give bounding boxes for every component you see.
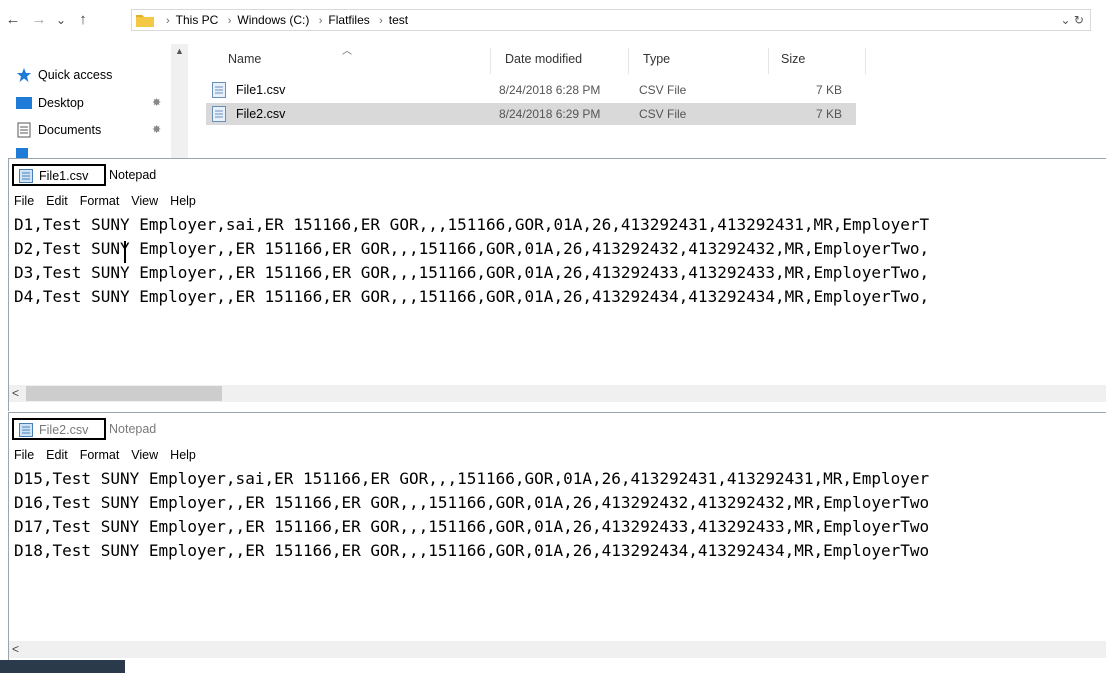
- menu-view[interactable]: View: [131, 448, 158, 462]
- horizontal-scrollbar[interactable]: <: [9, 641, 1106, 658]
- recent-locations-button[interactable]: ⌄: [52, 10, 70, 30]
- column-divider[interactable]: [628, 48, 629, 74]
- up-button[interactable]: ↑: [74, 10, 92, 30]
- notepad-window-file2: File2.csv Notepad File Edit Format View Help…: [8, 412, 1106, 661]
- scroll-left-icon[interactable]: <: [12, 642, 19, 656]
- notepad-icon: [19, 169, 33, 183]
- text-line: D17,Test SUNY Employer,,ER 151166,ER GOR…: [14, 517, 930, 536]
- scroll-thumb[interactable]: [26, 386, 222, 401]
- taskbar-fragment: [0, 660, 125, 673]
- csv-file-icon: [212, 106, 226, 122]
- text-line: D15,Test SUNY Employer,sai,ER 151166,ER …: [14, 469, 930, 488]
- documents-icon: [17, 122, 31, 138]
- menu-bar: File Edit Format View Help: [9, 191, 203, 211]
- pin-icon: ✸: [152, 124, 162, 136]
- column-divider[interactable]: [768, 48, 769, 74]
- column-divider[interactable]: [865, 48, 866, 74]
- window-title-file: File2.csv: [39, 423, 89, 437]
- forward-button[interactable]: →: [30, 10, 48, 30]
- notepad-window-file1: File1.csv Notepad File Edit Format View Help…: [8, 158, 1106, 411]
- text-line: D2,Test SUNY Employer,,ER 151166,ER GOR,…: [14, 239, 930, 258]
- title-bar[interactable]: File2.csv Notepad: [9, 413, 1106, 443]
- breadcrumb-separator: ›: [318, 15, 323, 27]
- nav-item-documents[interactable]: Documents ✸: [17, 120, 161, 140]
- csv-file-icon: [212, 82, 226, 98]
- scroll-left-icon[interactable]: <: [12, 386, 19, 400]
- breadcrumb-separator: ›: [166, 15, 170, 27]
- menu-edit[interactable]: Edit: [46, 194, 68, 208]
- column-divider[interactable]: [490, 48, 491, 74]
- breadcrumb-test[interactable]: test: [389, 13, 408, 27]
- nav-item-label: Desktop: [38, 96, 84, 110]
- title-bar[interactable]: File1.csv Notepad: [9, 159, 1106, 189]
- menu-format[interactable]: Format: [80, 448, 120, 462]
- file-type: CSV File: [639, 107, 687, 121]
- text-line: D4,Test SUNY Employer,,ER 151166,ER GOR,…: [14, 287, 930, 306]
- file-date: 8/24/2018 6:29 PM: [499, 107, 601, 121]
- breadcrumb-this-pc[interactable]: This PC: [176, 13, 219, 27]
- breadcrumb-windows-c[interactable]: Windows (C:): [237, 13, 309, 27]
- menu-help[interactable]: Help: [170, 448, 196, 462]
- title-highlight-box: File2.csv: [12, 418, 106, 440]
- breadcrumb-separator: ›: [379, 15, 383, 27]
- refresh-button[interactable]: ⌄ ↻: [1061, 10, 1084, 30]
- text-area[interactable]: D1,Test SUNY Employer,sai,ER 151166,ER G…: [14, 213, 1104, 383]
- star-icon: [17, 68, 31, 82]
- menu-view[interactable]: View: [131, 194, 158, 208]
- address-bar[interactable]: › This PC › Windows (C:) › Flatfiles › test …: [131, 9, 1091, 31]
- sort-ascending-icon: ︿: [342, 46, 352, 57]
- column-header-date[interactable]: Date modified: [505, 52, 582, 66]
- file-explorer-window: ← → ⌄ ↑ › This PC › Windows (C:) › Flatfile…: [0, 0, 1106, 160]
- nav-item-desktop[interactable]: Desktop ✸: [16, 93, 161, 113]
- nav-item-quick-access[interactable]: Quick access: [17, 65, 113, 85]
- file-name: File2.csv: [236, 107, 286, 121]
- file-size: 7 KB: [816, 107, 843, 121]
- window-title-file: File1.csv: [39, 169, 89, 183]
- text-line: D1,Test SUNY Employer,sai,ER 151166,ER G…: [14, 215, 930, 234]
- nav-item-label: Quick access: [38, 68, 113, 82]
- file-size: 7 KB: [816, 83, 843, 97]
- text-line: D16,Test SUNY Employer,,ER 151166,ER GOR…: [14, 493, 930, 512]
- menu-format[interactable]: Format: [80, 194, 120, 208]
- column-header-type[interactable]: Type: [643, 52, 670, 66]
- file-date: 8/24/2018 6:28 PM: [499, 83, 601, 97]
- nav-item-label: Documents: [38, 123, 102, 137]
- column-header-size[interactable]: Size: [781, 52, 805, 66]
- desktop-icon: [16, 97, 32, 109]
- window-title-app: Notepad: [109, 422, 157, 436]
- file-row-selected[interactable]: File2.csv 8/24/2018 6:29 PM CSV File 7 K…: [206, 103, 856, 125]
- window-title-app: Notepad: [109, 168, 157, 182]
- breadcrumb: › This PC › Windows (C:) › Flatfiles › test: [160, 10, 408, 30]
- pin-icon: ✸: [152, 97, 162, 109]
- file-list: ︿ Name Date modified Type Size File1.csv…: [200, 44, 1106, 160]
- text-line: D3,Test SUNY Employer,,ER 151166,ER GOR,…: [14, 263, 930, 282]
- breadcrumb-flatfiles[interactable]: Flatfiles: [328, 13, 369, 27]
- text-line: D18,Test SUNY Employer,,ER 151166,ER GOR…: [14, 541, 930, 560]
- folder-icon: [136, 15, 154, 27]
- notepad-icon: [19, 423, 33, 437]
- menu-bar: File Edit Format View Help: [9, 445, 203, 465]
- menu-edit[interactable]: Edit: [46, 448, 68, 462]
- file-type: CSV File: [639, 83, 687, 97]
- file-row[interactable]: File1.csv 8/24/2018 6:28 PM CSV File 7 K…: [206, 79, 856, 101]
- menu-help[interactable]: Help: [170, 194, 196, 208]
- text-cursor: [124, 241, 126, 263]
- file-name: File1.csv: [236, 83, 286, 97]
- back-button[interactable]: ←: [4, 10, 22, 30]
- title-highlight-box: File1.csv: [12, 164, 106, 186]
- navigation-pane: Quick access Desktop ✸ Documents ✸: [0, 44, 190, 160]
- breadcrumb-separator: ›: [227, 15, 232, 27]
- column-header-name[interactable]: Name: [228, 52, 261, 66]
- menu-file[interactable]: File: [14, 194, 34, 208]
- text-area[interactable]: D15,Test SUNY Employer,sai,ER 151166,ER …: [14, 467, 1104, 637]
- scroll-up-icon[interactable]: ▲: [175, 46, 184, 56]
- navigation-scrollbar[interactable]: ▲: [171, 44, 188, 160]
- horizontal-scrollbar[interactable]: <: [9, 385, 1106, 402]
- menu-file[interactable]: File: [14, 448, 34, 462]
- address-row: ← → ⌄ ↑ › This PC › Windows (C:) › Flatfile…: [0, 0, 1106, 44]
